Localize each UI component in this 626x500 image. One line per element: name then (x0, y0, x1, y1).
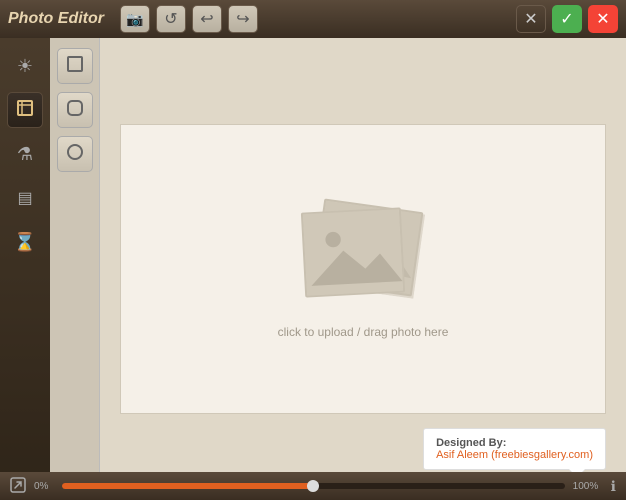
tool-filters[interactable]: ▤ (7, 180, 43, 216)
rounded-select-icon (65, 98, 85, 123)
hourglass-icon: ⌛ (14, 232, 36, 253)
export-icon[interactable] (10, 477, 26, 496)
zoom-control: 0% 100% (34, 481, 603, 492)
zoom-max-label: 100% (573, 481, 603, 492)
info-icon[interactable]: ℹ (611, 478, 616, 495)
image-card-front (301, 207, 405, 297)
upload-text: click to upload / drag photo here (278, 325, 449, 339)
zoom-slider-handle[interactable] (307, 480, 319, 492)
camera-button[interactable]: 📷 (120, 5, 150, 33)
sun-icon: ☀ (17, 56, 33, 77)
select-rounded-button[interactable] (57, 92, 93, 128)
rect-select-icon (65, 54, 85, 79)
cancel-button[interactable]: ✕ (588, 5, 618, 33)
tool-crop[interactable] (7, 92, 43, 128)
crop-icon (15, 98, 35, 122)
secondary-toolbar (50, 38, 100, 500)
credit-box: Designed By: Asif Aleem (freebiesgallery… (423, 428, 606, 470)
redo-button[interactable]: ↪ (228, 5, 258, 33)
tool-effects[interactable]: ⚗ (7, 136, 43, 172)
upload-placeholder (298, 200, 428, 310)
canvas-area[interactable]: click to upload / drag photo here Design… (100, 38, 626, 500)
refresh-icon: ↺ (164, 9, 177, 29)
settings-icon: ✕ (524, 9, 537, 29)
zoom-slider-track[interactable] (62, 483, 565, 489)
credit-designed-label: Designed By: (436, 437, 593, 449)
ok-button[interactable]: ✓ (552, 5, 582, 33)
settings-button[interactable]: ✕ (516, 5, 546, 33)
sliders-icon: ▤ (17, 188, 32, 208)
header: Photo Editor 📷 ↺ ↩ ↪ ✕ ✓ ✕ (0, 0, 626, 38)
zoom-min-label: 0% (34, 481, 54, 492)
redo-icon: ↪ (236, 9, 249, 29)
cancel-icon: ✕ (596, 9, 609, 29)
footer: 0% 100% ℹ (0, 472, 626, 500)
main-area: ☀ ⚗ ▤ ⌛ (0, 38, 626, 500)
zoom-slider-fill (62, 483, 313, 489)
flask-icon: ⚗ (17, 144, 33, 165)
refresh-button[interactable]: ↺ (156, 5, 186, 33)
tool-brightness[interactable]: ☀ (7, 48, 43, 84)
canvas-box[interactable]: click to upload / drag photo here (120, 124, 606, 414)
tool-transform[interactable]: ⌛ (7, 224, 43, 260)
undo-button[interactable]: ↩ (192, 5, 222, 33)
app-title: Photo Editor (8, 10, 104, 28)
credit-author: Asif Aleem (freebiesgallery.com) (436, 449, 593, 461)
circle-select-icon (65, 142, 85, 167)
select-circle-button[interactable] (57, 136, 93, 172)
left-toolbar: ☀ ⚗ ▤ ⌛ (0, 38, 50, 500)
select-rect-button[interactable] (57, 48, 93, 84)
ok-icon: ✓ (560, 9, 573, 29)
camera-icon: 📷 (126, 11, 143, 28)
undo-icon: ↩ (200, 9, 213, 29)
